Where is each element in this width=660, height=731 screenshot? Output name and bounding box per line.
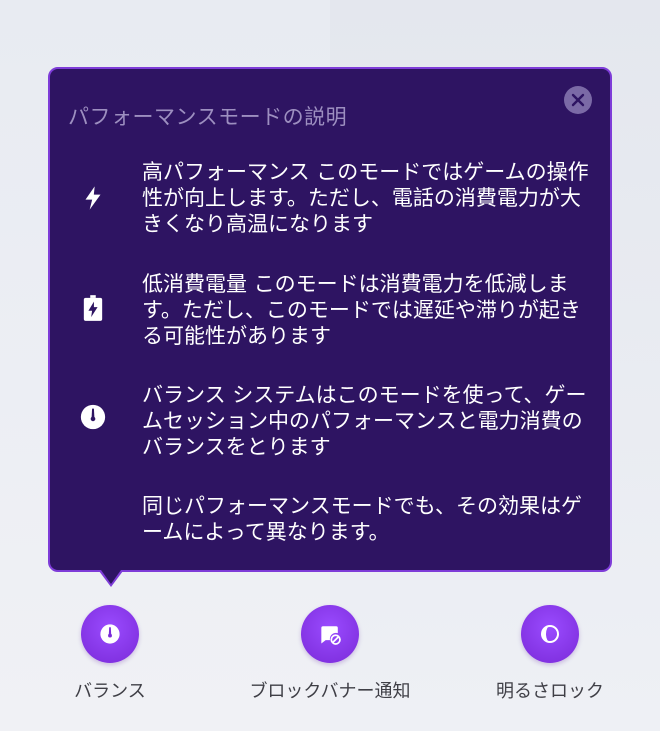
brightness-lock-button[interactable]: 明るさロック xyxy=(490,605,610,703)
balance-mode-circle xyxy=(81,605,139,663)
balance-mode-button[interactable]: バランス xyxy=(55,605,165,703)
gauge-icon xyxy=(100,624,120,644)
balance-description: バランス システムはこのモードを使って、ゲームセッション中のパフォーマンスと電力… xyxy=(142,383,587,459)
performance-mode-popover: パフォーマンスモードの説明 高パフォーマンス このモードではゲームの操作性が向上… xyxy=(48,67,612,572)
popover-title: パフォーマンスモードの説明 xyxy=(68,105,348,129)
brightness-lock-circle xyxy=(521,605,579,663)
gauge-icon xyxy=(78,402,108,432)
high-performance-description: 高パフォーマンス このモードではゲームの操作性が向上します。ただし、電話の消費電… xyxy=(142,160,589,236)
mode-note-text: 同じパフォーマンスモードでも、その効果はゲームによって異なります。 xyxy=(142,494,582,544)
brightness-lock-label: 明るさロック xyxy=(496,681,604,702)
balance-mode-label: バランス xyxy=(74,681,146,702)
block-banner-circle xyxy=(301,605,359,663)
mode-toolbar: バランス ブロックバナー通知 明るさロック xyxy=(0,590,660,731)
close-icon xyxy=(571,93,585,107)
block-banner-label: ブロックバナー通知 xyxy=(249,681,411,702)
low-power-description: 低消費電量 このモードは消費電力を低減します。ただし、このモードでは遅延や滞りが… xyxy=(142,272,581,348)
brightness-lock-icon xyxy=(541,625,559,643)
close-button[interactable] xyxy=(564,86,592,114)
block-notification-icon xyxy=(321,626,341,645)
lightning-icon xyxy=(78,183,108,213)
popover-tail xyxy=(101,570,121,584)
battery-saver-icon xyxy=(78,293,108,323)
block-banner-notification-button[interactable]: ブロックバナー通知 xyxy=(235,605,425,703)
